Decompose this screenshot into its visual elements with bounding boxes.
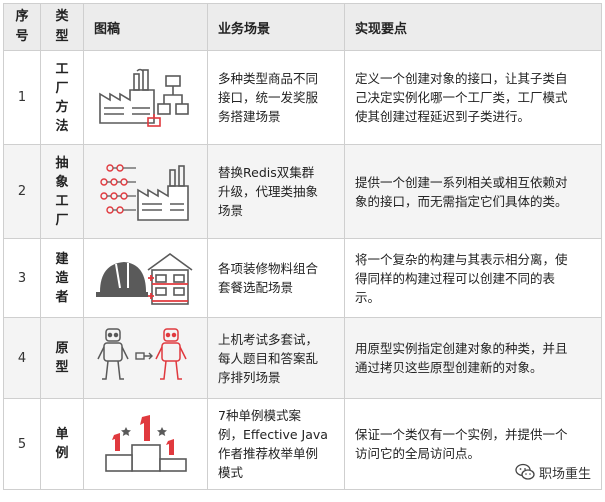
wechat-icon (515, 463, 535, 480)
row-impl: 将一个复杂的构建与其表示相分离，使 得同样的构建过程可以创建不同的表 示。 (344, 238, 602, 318)
row-pic (83, 317, 208, 399)
row-scene: 7种单例模式案 例，Effective Java 作者推荐枚举单例 模式 (207, 398, 345, 490)
row-type: 建 造 者 (40, 238, 84, 318)
row-scene: 上机考试多套试， 每人题目和答案乱 序排列场景 (207, 317, 345, 399)
podium-icon (104, 415, 187, 472)
table-row: 2 抽 象 工 厂 替换Redis双集群 升级，代理类抽象 场景 提供一个创建一… (3, 144, 602, 239)
row-type: 抽 象 工 厂 (40, 144, 84, 239)
design-patterns-table: 序 号 类 型 图稿 业务场景 实现要点 1 工 厂 方 法 多种类型商品不同 … (3, 3, 602, 490)
row-no: 1 (3, 50, 41, 145)
header-no: 序 号 (3, 3, 41, 51)
row-impl: 提供一个创建一系列相关或相互依赖对 象的接口，而无需指定它们具体的类。 (344, 144, 602, 239)
factory-tree-icon (99, 163, 189, 221)
header-scene: 业务场景 (207, 3, 345, 51)
watermark: 职场重生 (515, 462, 591, 482)
header-pic: 图稿 (83, 3, 208, 51)
row-pic (83, 238, 208, 318)
row-scene: 替换Redis双集群 升级，代理类抽象 场景 (207, 144, 345, 239)
table-row: 1 工 厂 方 法 多种类型商品不同 接口，统一发奖服 务搭建场景 定义一个创建… (3, 50, 602, 145)
row-type: 单 例 (40, 398, 84, 490)
row-no: 2 (3, 144, 41, 239)
row-pic (83, 398, 208, 490)
table-row: 3 建 造 者 各项装修物料组合 套餐选配场景 将一个复杂的构建与其表示相分离，… (3, 238, 602, 318)
row-type: 工 厂 方 法 (40, 50, 84, 145)
header-type: 类 型 (40, 3, 84, 51)
factory-flowchart-icon (98, 68, 189, 127)
row-scene: 多种类型商品不同 接口，统一发奖服 务搭建场景 (207, 50, 345, 145)
row-pic (83, 144, 208, 239)
row-no: 3 (3, 238, 41, 318)
row-impl: 用原型实例指定创建对象的种类，并且 通过拷贝这些原型创建新的对象。 (344, 317, 602, 399)
row-no: 5 (3, 398, 41, 490)
table-row: 4 原 型 上机考试多套试， 每人题目和答案乱 序排列场景 用原型实例指定创建对… (3, 317, 602, 399)
table-row: 5 单 例 7种单例模式案 例，Effective Java 作者推荐枚举单例 … (3, 398, 602, 490)
robot-clone-icon (96, 328, 187, 380)
helmet-building-icon (95, 253, 192, 305)
row-impl: 定义一个创建对象的接口，让其子类自 己决定实例化哪一个工厂类，工厂模式 使其创建… (344, 50, 602, 145)
table-header-row: 序 号 类 型 图稿 业务场景 实现要点 (3, 3, 602, 51)
row-scene: 各项装修物料组合 套餐选配场景 (207, 238, 345, 318)
row-pic (83, 50, 208, 145)
header-impl: 实现要点 (344, 3, 602, 51)
row-type: 原 型 (40, 317, 84, 399)
watermark-text: 职场重生 (538, 466, 591, 482)
row-no: 4 (3, 317, 41, 399)
